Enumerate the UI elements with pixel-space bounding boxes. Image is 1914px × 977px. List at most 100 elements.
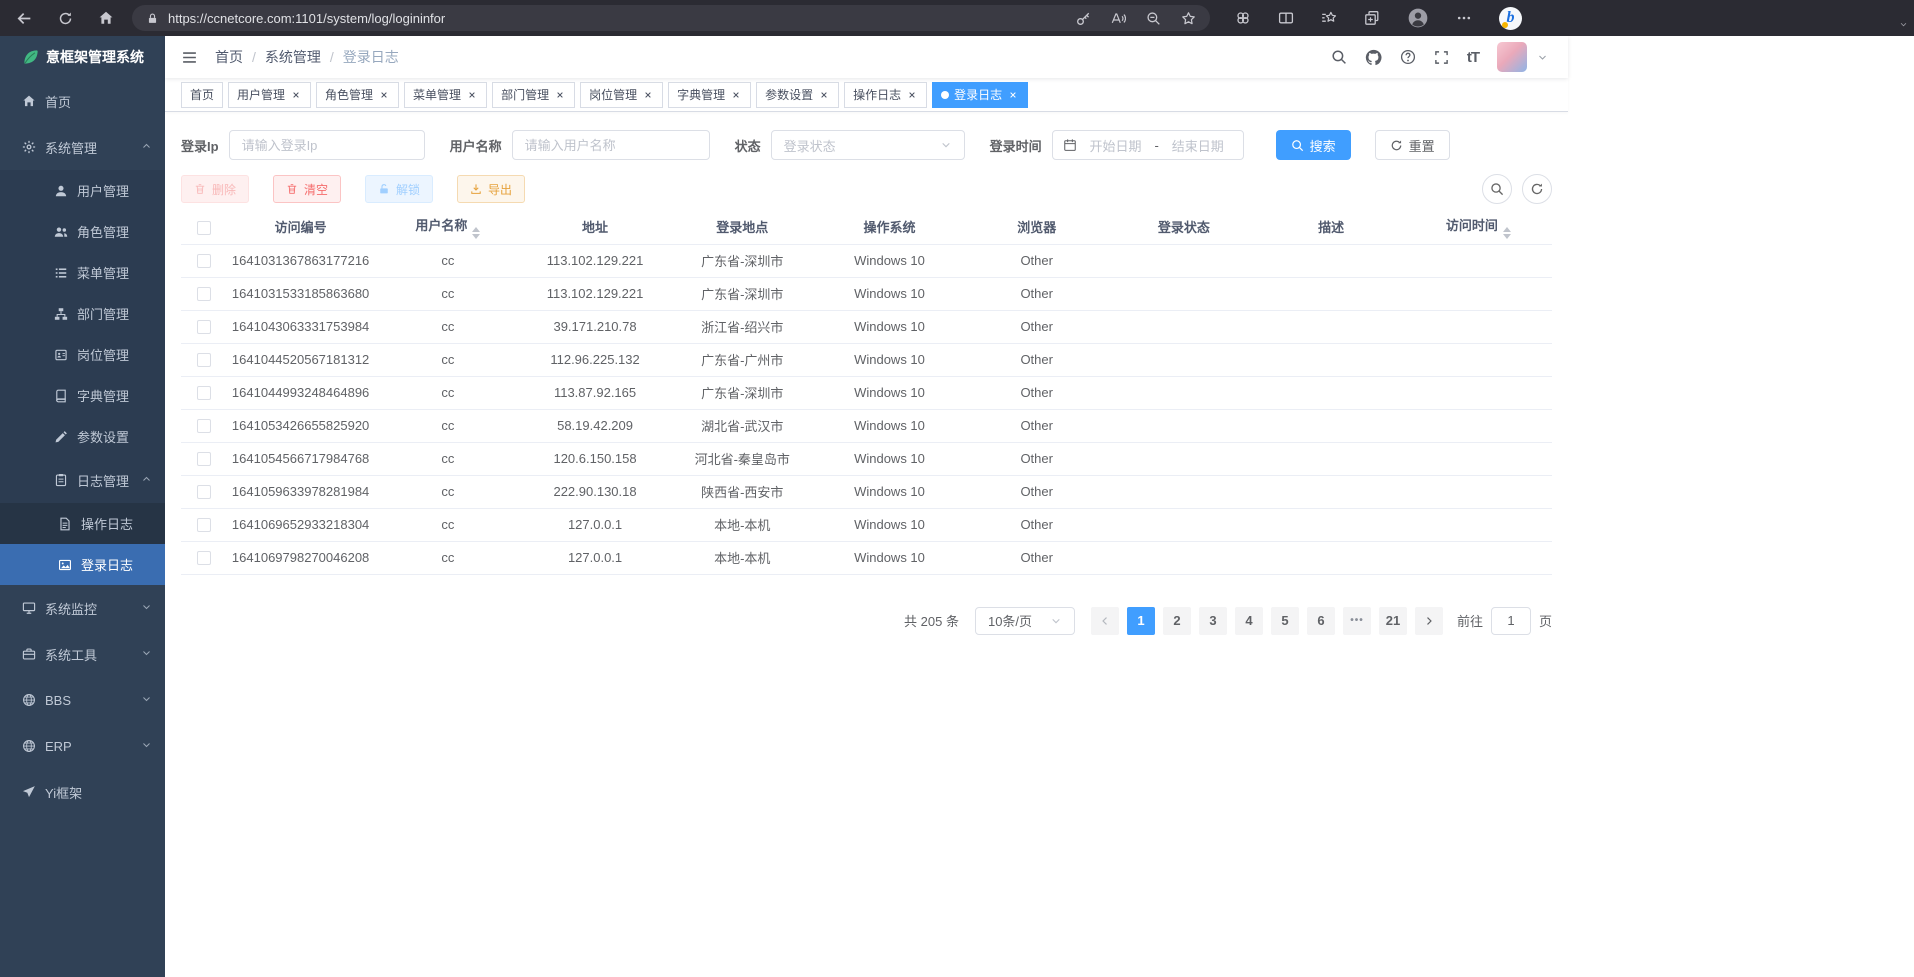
github-icon[interactable]: [1365, 49, 1382, 66]
extensions-icon[interactable]: [1235, 10, 1251, 26]
toggle-search-button[interactable]: [1482, 174, 1512, 204]
browser-back-button[interactable]: [16, 10, 33, 27]
unlock-button[interactable]: 解锁: [365, 175, 433, 203]
sidebar-item-role-management[interactable]: 角色管理: [0, 211, 165, 252]
row-checkbox[interactable]: [197, 518, 211, 532]
sidebar-item-dict-management[interactable]: 字典管理: [0, 375, 165, 416]
sidebar-item-menu-management[interactable]: 菜单管理: [0, 252, 165, 293]
search-button[interactable]: 搜索: [1276, 130, 1351, 160]
address-bar[interactable]: https://ccnetcore.com:1101/system/log/lo…: [132, 5, 1210, 31]
user-menu-caret-icon[interactable]: [1537, 52, 1548, 63]
refresh-table-button[interactable]: [1522, 174, 1552, 204]
tab-param-settings[interactable]: 参数设置: [756, 82, 839, 108]
goto-page-input[interactable]: [1491, 607, 1531, 635]
clear-button[interactable]: 清空: [273, 175, 341, 203]
column-header-time[interactable]: 访问时间: [1405, 210, 1552, 244]
collapse-sidebar-button[interactable]: [181, 49, 198, 66]
sidebar-item-post-management[interactable]: 岗位管理: [0, 334, 165, 375]
sidebar-item-home[interactable]: 首页: [0, 78, 165, 124]
password-key-icon[interactable]: [1076, 11, 1091, 26]
sidebar-item-system-tools[interactable]: 系统工具: [0, 631, 165, 677]
sidebar-item-bbs[interactable]: BBS: [0, 677, 165, 723]
page-button-2[interactable]: 2: [1163, 607, 1191, 635]
sidebar-item-dept-management[interactable]: 部门管理: [0, 293, 165, 334]
close-icon[interactable]: [906, 89, 918, 101]
breadcrumb-system-management[interactable]: 系统管理: [265, 47, 321, 67]
tab-role-management[interactable]: 角色管理: [316, 82, 399, 108]
close-icon[interactable]: [818, 89, 830, 101]
sidebar-item-param-settings[interactable]: 参数设置: [0, 416, 165, 457]
delete-button[interactable]: 删除: [181, 175, 249, 203]
status-filter-select[interactable]: 登录状态: [771, 130, 965, 160]
tab-home[interactable]: 首页: [181, 82, 223, 108]
row-checkbox[interactable]: [197, 386, 211, 400]
prev-page-button[interactable]: [1091, 607, 1119, 635]
sidebar-item-system-monitor[interactable]: 系统监控: [0, 585, 165, 631]
close-icon[interactable]: [290, 89, 302, 101]
browser-menu-icon[interactable]: [1456, 10, 1472, 26]
ip-filter-input[interactable]: [229, 130, 425, 160]
export-button[interactable]: 导出: [457, 175, 525, 203]
column-header-user[interactable]: 用户名称: [374, 210, 521, 244]
sidebar-item-yi-framework[interactable]: Yi框架: [0, 769, 165, 815]
close-icon[interactable]: [642, 89, 654, 101]
more-pages-button[interactable]: •••: [1343, 607, 1371, 635]
username-filter-input[interactable]: [512, 130, 710, 160]
page-size-select[interactable]: 10条/页: [975, 607, 1075, 635]
row-checkbox[interactable]: [197, 551, 211, 565]
page-button-5[interactable]: 5: [1271, 607, 1299, 635]
tab-post-management[interactable]: 岗位管理: [580, 82, 663, 108]
copilot-bing-icon[interactable]: b: [1499, 7, 1522, 30]
sidebar-item-log-management[interactable]: 日志管理: [0, 457, 165, 503]
reset-button[interactable]: 重置: [1375, 130, 1450, 160]
page-button-3[interactable]: 3: [1199, 607, 1227, 635]
sort-icon[interactable]: [1503, 227, 1511, 239]
next-page-button[interactable]: [1415, 607, 1443, 635]
browser-profile-avatar[interactable]: [1407, 7, 1429, 29]
tab-operation-log[interactable]: 操作日志: [844, 82, 927, 108]
close-icon[interactable]: [378, 89, 390, 101]
end-date-placeholder[interactable]: 结束日期: [1163, 136, 1233, 155]
page-button-6[interactable]: 6: [1307, 607, 1335, 635]
sidebar-item-system-management[interactable]: 系统管理: [0, 124, 165, 170]
add-favorite-icon[interactable]: [1181, 11, 1196, 26]
page-button-1[interactable]: 1: [1127, 607, 1155, 635]
sidebar-item-login-log[interactable]: 登录日志: [0, 544, 165, 585]
read-aloud-icon[interactable]: [1111, 11, 1126, 26]
help-icon[interactable]: [1400, 49, 1416, 65]
select-all-checkbox[interactable]: [197, 221, 211, 235]
collections-icon[interactable]: [1364, 10, 1380, 26]
browser-refresh-button[interactable]: [58, 11, 73, 26]
sidebar-item-erp[interactable]: ERP: [0, 723, 165, 769]
tab-user-management[interactable]: 用户管理: [228, 82, 311, 108]
sidebar-item-operation-log[interactable]: 操作日志: [0, 503, 165, 544]
login-time-range-picker[interactable]: 开始日期 - 结束日期: [1052, 130, 1244, 160]
breadcrumb-home[interactable]: 首页: [215, 47, 243, 67]
row-checkbox[interactable]: [197, 287, 211, 301]
page-button-21[interactable]: 21: [1379, 607, 1407, 635]
site-security-icon[interactable]: [146, 12, 159, 25]
row-checkbox[interactable]: [197, 452, 211, 466]
close-icon[interactable]: [466, 89, 478, 101]
header-search-icon[interactable]: [1331, 49, 1347, 65]
close-icon[interactable]: [1007, 89, 1019, 101]
row-checkbox[interactable]: [197, 485, 211, 499]
zoom-out-icon[interactable]: [1146, 11, 1161, 26]
row-checkbox[interactable]: [197, 320, 211, 334]
sidebar-item-user-management[interactable]: 用户管理: [0, 170, 165, 211]
split-screen-icon[interactable]: [1278, 10, 1294, 26]
row-checkbox[interactable]: [197, 419, 211, 433]
close-icon[interactable]: [554, 89, 566, 101]
close-icon[interactable]: [730, 89, 742, 101]
row-checkbox[interactable]: [197, 254, 211, 268]
favorites-icon[interactable]: [1321, 10, 1337, 26]
tab-login-log[interactable]: 登录日志: [932, 82, 1028, 108]
tab-dict-management[interactable]: 字典管理: [668, 82, 751, 108]
browser-home-button[interactable]: [98, 10, 114, 26]
sort-icon[interactable]: [472, 227, 480, 239]
chevron-down-icon[interactable]: [1899, 20, 1908, 29]
tab-dept-management[interactable]: 部门管理: [492, 82, 575, 108]
tab-menu-management[interactable]: 菜单管理: [404, 82, 487, 108]
font-size-button[interactable]: tT: [1467, 49, 1479, 66]
page-button-4[interactable]: 4: [1235, 607, 1263, 635]
